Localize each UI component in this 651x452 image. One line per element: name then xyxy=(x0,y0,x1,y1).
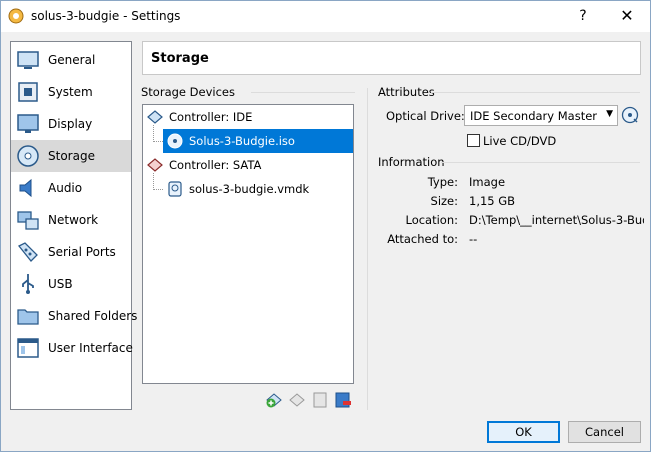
sidebar-item-label: Shared Folders xyxy=(48,309,138,323)
group-divider xyxy=(251,92,355,93)
sidebar-item-label: System xyxy=(48,85,93,99)
tree-item-label: solus-3-budgie.vmdk xyxy=(189,182,310,196)
attached-to-value: -- xyxy=(469,232,478,246)
location-value: D:\Temp\__internet\Solus-3-Budgi... xyxy=(469,213,644,227)
system-icon xyxy=(18,82,38,102)
live-cd-checkbox[interactable] xyxy=(467,134,480,147)
storage-tree[interactable]: Controller: IDE Solus-3-Budgie.iso Contr… xyxy=(142,104,354,384)
tree-connector xyxy=(153,189,163,190)
hard-disk-icon xyxy=(168,181,182,197)
display-icon xyxy=(17,114,39,133)
tree-item-label: Controller: SATA xyxy=(169,158,262,172)
tree-item-controller-sata[interactable]: Controller: SATA xyxy=(143,153,353,177)
information-heading: Information xyxy=(378,155,445,169)
sidebar-item-label: Audio xyxy=(48,181,83,195)
user-interface-icon xyxy=(17,338,39,358)
sata-controller-icon xyxy=(147,158,163,172)
virtualbox-icon xyxy=(8,8,24,24)
ok-button[interactable]: OK xyxy=(487,421,560,443)
add-controller-icon[interactable] xyxy=(311,391,329,409)
general-icon xyxy=(17,51,39,69)
vertical-divider xyxy=(367,88,368,410)
attached-to-label: Attached to: xyxy=(387,232,458,246)
optical-drive-value: IDE Secondary Master xyxy=(470,109,597,123)
sidebar-item-label: USB xyxy=(48,277,73,291)
sidebar-item-label: General xyxy=(48,53,96,67)
title-bar: solus-3-budgie - Settings ? ✕ xyxy=(1,1,650,32)
attributes-heading: Attributes xyxy=(378,85,435,99)
storage-icon xyxy=(17,145,39,167)
help-button[interactable]: ? xyxy=(573,6,593,26)
sidebar-item-label: Display xyxy=(48,117,93,131)
settings-sidebar: General System Display Storage Audio Net… xyxy=(10,41,137,410)
sidebar-item-storage[interactable]: Storage xyxy=(11,140,131,172)
location-label: Location: xyxy=(405,213,458,227)
page-header: Storage xyxy=(142,41,641,75)
cancel-button[interactable]: Cancel xyxy=(568,421,641,443)
tree-item-solus-iso[interactable]: Solus-3-Budgie.iso xyxy=(163,129,353,153)
chevron-down-icon: ▼ xyxy=(606,109,613,119)
sidebar-item-shared-folders[interactable]: Shared Folders xyxy=(11,300,137,332)
optical-disc-icon xyxy=(167,133,183,149)
size-label: Size: xyxy=(430,194,458,208)
add-attachment-icon[interactable] xyxy=(265,391,283,409)
sidebar-item-serial-ports[interactable]: Serial Ports xyxy=(11,236,131,268)
tree-item-solus-vmdk[interactable]: solus-3-budgie.vmdk xyxy=(163,177,353,201)
sidebar-item-network[interactable]: Network xyxy=(11,204,131,236)
ide-controller-icon xyxy=(147,110,163,124)
sidebar-item-system[interactable]: System xyxy=(11,76,131,108)
sidebar-item-audio[interactable]: Audio xyxy=(11,172,131,204)
sidebar-item-display[interactable]: Display xyxy=(11,108,131,140)
remove-controller-icon[interactable] xyxy=(334,391,352,409)
choose-disk-icon[interactable] xyxy=(621,106,639,124)
size-value: 1,15 GB xyxy=(469,194,516,208)
page-title: Storage xyxy=(151,51,209,66)
tree-item-label: Solus-3-Budgie.iso xyxy=(189,134,295,148)
close-button[interactable]: ✕ xyxy=(617,6,637,26)
storage-devices-heading: Storage Devices xyxy=(141,85,235,99)
sidebar-item-usb[interactable]: USB xyxy=(11,268,131,300)
optical-drive-label: Optical Drive: xyxy=(386,109,465,123)
optical-drive-select[interactable]: IDE Secondary Master ▼ xyxy=(464,105,618,126)
tree-item-controller-ide[interactable]: Controller: IDE xyxy=(143,105,353,129)
tree-connector xyxy=(153,141,163,142)
group-divider xyxy=(441,162,640,163)
sidebar-item-label: Network xyxy=(48,213,99,227)
remove-attachment-icon[interactable] xyxy=(288,391,306,409)
sidebar-item-label: Storage xyxy=(48,149,95,163)
network-icon xyxy=(17,211,39,230)
serial-ports-icon xyxy=(17,242,38,262)
sidebar-item-general[interactable]: General xyxy=(11,44,131,76)
usb-icon xyxy=(22,274,34,294)
live-cd-label: Live CD/DVD xyxy=(483,134,557,148)
settings-window: solus-3-budgie - Settings ? ✕ General Sy… xyxy=(0,0,651,452)
shared-folders-icon xyxy=(17,309,39,325)
sidebar-item-label: User Interface xyxy=(48,341,133,355)
group-divider xyxy=(431,92,640,93)
tree-item-label: Controller: IDE xyxy=(169,110,253,124)
window-title: solus-3-budgie - Settings xyxy=(31,9,181,23)
sidebar-item-user-interface[interactable]: User Interface xyxy=(11,332,133,364)
type-value: Image xyxy=(469,175,506,189)
sidebar-item-label: Serial Ports xyxy=(48,245,116,259)
audio-icon xyxy=(19,178,32,198)
type-label: Type: xyxy=(427,175,458,189)
